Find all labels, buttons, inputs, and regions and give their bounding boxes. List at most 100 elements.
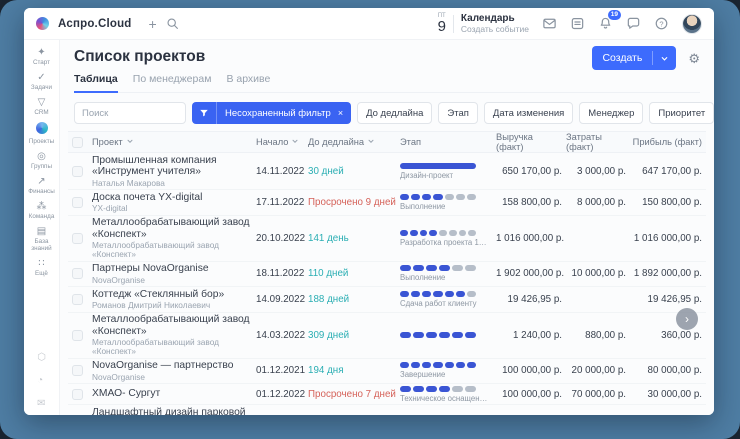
table-row[interactable]: ХМАО- Сургут01.12.2022Просрочено 7 днейТ… bbox=[68, 384, 706, 405]
filter-button-этап[interactable]: Этап bbox=[438, 102, 478, 124]
search-input[interactable] bbox=[74, 102, 186, 124]
row-checkbox[interactable] bbox=[72, 233, 83, 244]
project-title[interactable]: Партнеры NovaOrganise bbox=[92, 263, 256, 275]
calendar-create-event[interactable]: Создать событие bbox=[461, 24, 529, 34]
table-row[interactable]: Коттедж «Стеклянный бор»Романов Дмитрий … bbox=[68, 287, 706, 313]
project-title[interactable]: Металлообрабатывающий завод «Конспект» bbox=[92, 314, 256, 337]
mail-icon[interactable] bbox=[542, 16, 557, 31]
note-icon[interactable] bbox=[570, 16, 585, 31]
sidebar-item-группы[interactable]: ◎Группы bbox=[24, 151, 59, 170]
stage-segment bbox=[445, 194, 454, 200]
row-checkbox[interactable] bbox=[72, 268, 83, 279]
row-checkbox[interactable] bbox=[72, 294, 83, 305]
stage-label: Сдача работ клиенту bbox=[400, 299, 488, 308]
quick-add-button[interactable]: + bbox=[149, 17, 157, 31]
chat-icon[interactable] bbox=[626, 16, 641, 31]
project-title[interactable]: NovaOrganise — партнерство bbox=[92, 360, 256, 372]
start-date: 14.03.2022 bbox=[256, 330, 308, 341]
search-icon[interactable] bbox=[166, 17, 179, 30]
filter-bar: Несохраненный фильтр × До дедлайна Этап Да… bbox=[60, 93, 714, 131]
create-button[interactable]: Создать bbox=[592, 46, 676, 70]
filter-button-менеджер[interactable]: Менеджер bbox=[579, 102, 643, 124]
knowledge-base-icon: ▤ bbox=[24, 226, 59, 237]
row-checkbox[interactable] bbox=[72, 197, 83, 208]
calendar-widget[interactable]: ПТ 9 Календарь Создать событие bbox=[438, 13, 529, 34]
stage-label: Дизайн-проект bbox=[400, 171, 488, 180]
table-row[interactable]: Металлообрабатывающий завод «Конспект»Ме… bbox=[68, 313, 706, 359]
start-date: 01.12.2021 bbox=[256, 365, 308, 376]
table-row[interactable]: Промышленная компания «Инструмент учител… bbox=[68, 153, 706, 190]
filter-button-до-дедлайна[interactable]: До дедлайна bbox=[357, 102, 432, 124]
scroll-right-button[interactable]: › bbox=[676, 308, 698, 330]
tab-таблица[interactable]: Таблица bbox=[74, 73, 118, 93]
revenue-value: 1 902 000,00 р. bbox=[496, 268, 566, 279]
user-avatar[interactable] bbox=[682, 14, 702, 34]
comment-icon[interactable]: ✉ bbox=[37, 398, 46, 409]
tab-в-архиве[interactable]: В архиве bbox=[226, 73, 270, 92]
stage-cell: Завершение bbox=[400, 362, 496, 379]
row-checkbox[interactable] bbox=[72, 365, 83, 376]
stage-progress-bar bbox=[400, 332, 476, 338]
sidebar-item-label: База знаний bbox=[24, 238, 59, 252]
deadline-value: Просрочено 7 дней bbox=[308, 389, 400, 400]
costs-value: 8 000,00 р. bbox=[566, 197, 630, 208]
filter-button-дата-изменения[interactable]: Дата изменения bbox=[484, 102, 573, 124]
header-checkbox[interactable] bbox=[72, 137, 83, 148]
table-row[interactable]: Ландшафтный дизайн парковой территорииKr… bbox=[68, 405, 706, 415]
page-settings-icon[interactable]: ⚙ bbox=[686, 50, 702, 67]
puzzle-icon[interactable]: ◔ bbox=[37, 375, 46, 386]
stage-segment bbox=[465, 332, 476, 338]
calendar-title: Календарь bbox=[461, 13, 529, 24]
stage-segment bbox=[439, 332, 450, 338]
table-row[interactable]: NovaOrganise — партнерствоNovaOrganise01… bbox=[68, 359, 706, 385]
table-row[interactable]: Партнеры NovaOrganiseNovaOrganise18.11.2… bbox=[68, 262, 706, 288]
stage-segment bbox=[452, 386, 463, 392]
sidebar-item-label: Задачи bbox=[24, 84, 59, 91]
sort-chevron-icon[interactable] bbox=[126, 137, 134, 147]
revenue-value: 19 426,95 р. bbox=[496, 294, 566, 305]
stage-segment bbox=[468, 230, 476, 236]
row-checkbox[interactable] bbox=[72, 389, 83, 400]
stage-segment bbox=[400, 291, 409, 297]
table-row[interactable]: Металлообрабатывающий завод «Конспект»Ме… bbox=[68, 216, 706, 262]
tab-по-менеджерам[interactable]: По менеджерам bbox=[133, 73, 212, 92]
stage-segment bbox=[410, 230, 418, 236]
bell-icon[interactable]: 19 bbox=[598, 16, 613, 31]
stage-segment bbox=[439, 415, 450, 416]
project-title[interactable]: Ландшафтный дизайн парковой территории bbox=[92, 407, 256, 416]
stage-progress-bar bbox=[400, 194, 476, 200]
project-title[interactable]: ХМАО- Сургут bbox=[92, 388, 256, 400]
sort-chevron-icon[interactable] bbox=[367, 137, 375, 147]
row-checkbox[interactable] bbox=[72, 166, 83, 177]
sidebar-item-финансы[interactable]: ↗Финансы bbox=[24, 176, 59, 195]
column-label: До дедлайна bbox=[308, 137, 364, 147]
divider bbox=[453, 15, 454, 33]
stage-segment bbox=[456, 194, 465, 200]
stage-segment bbox=[467, 362, 476, 368]
project-cell: Промышленная компания «Инструмент учител… bbox=[92, 155, 256, 188]
active-filter-chip[interactable]: Несохраненный фильтр × bbox=[192, 102, 351, 124]
sort-chevron-icon[interactable] bbox=[291, 137, 299, 147]
sidebar-item-ещё[interactable]: ∷Ещё bbox=[24, 258, 59, 277]
project-title[interactable]: Промышленная компания «Инструмент учител… bbox=[92, 155, 256, 178]
handshake-icon[interactable]: ⬡ bbox=[37, 352, 46, 363]
sidebar-item-команда[interactable]: ⁂Команда bbox=[24, 201, 59, 220]
row-checkbox[interactable] bbox=[72, 330, 83, 341]
sidebar-item-база-знаний[interactable]: ▤База знаний bbox=[24, 226, 59, 252]
project-title[interactable]: Коттедж «Стеклянный бор» bbox=[92, 289, 256, 301]
clear-filter-icon[interactable]: × bbox=[338, 108, 351, 118]
stage-segment bbox=[426, 332, 437, 338]
chevron-down-icon[interactable] bbox=[653, 54, 676, 63]
stage-segment bbox=[445, 291, 454, 297]
table-row[interactable]: Доска почета YX-digitalYX-digital17.11.2… bbox=[68, 190, 706, 216]
sidebar-item-crm[interactable]: ▽CRM bbox=[24, 97, 59, 116]
help-icon[interactable]: ? bbox=[654, 16, 669, 31]
sidebar-item-задачи[interactable]: ✓Задачи bbox=[24, 72, 59, 91]
stage-segment bbox=[426, 386, 437, 392]
sidebar-item-старт[interactable]: ✦Старт bbox=[24, 47, 59, 66]
stage-segment bbox=[465, 386, 476, 392]
project-title[interactable]: Доска почета YX-digital bbox=[92, 192, 256, 204]
sidebar-item-проекты[interactable]: Проекты bbox=[24, 122, 59, 145]
project-title[interactable]: Металлообрабатывающий завод «Конспект» bbox=[92, 217, 256, 240]
filter-button-приоритет[interactable]: Приоритет bbox=[649, 102, 714, 124]
